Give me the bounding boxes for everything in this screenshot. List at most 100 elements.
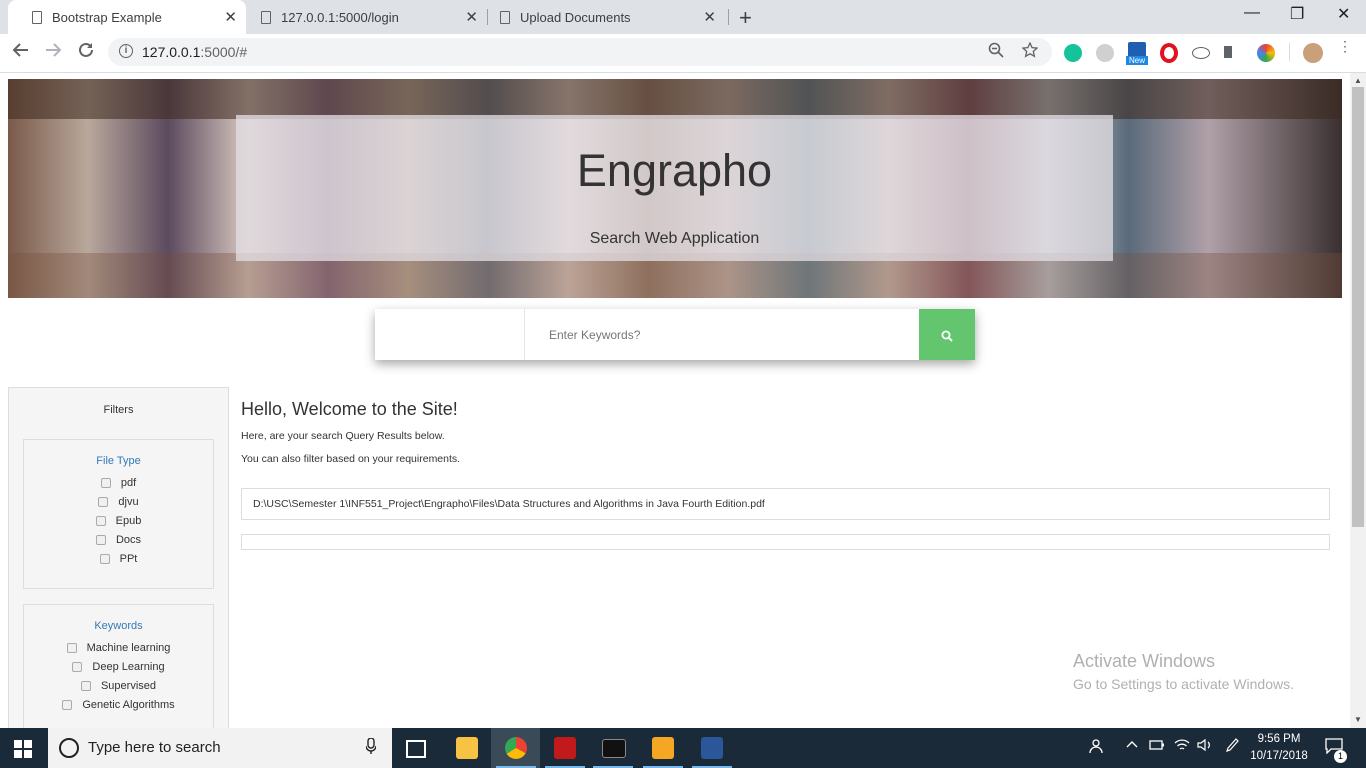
restore-button[interactable]: ❐ [1290, 4, 1304, 24]
filter-option-epub[interactable]: Epub [24, 511, 213, 530]
tab-bootstrap-example[interactable]: Bootstrap Example ✕ [8, 0, 246, 34]
search-category-select[interactable] [375, 309, 525, 360]
checkbox[interactable] [62, 699, 73, 710]
url-host: 127.0.0.1 [142, 44, 201, 60]
filter-option-deep-learning[interactable]: Deep Learning [24, 657, 213, 676]
zoom-icon[interactable] [988, 42, 1004, 63]
back-button[interactable] [12, 41, 30, 65]
clock-time: 9:56 PM [1257, 733, 1301, 745]
file-type-filter-box: File Type pdf djvu Epub Docs PPt [23, 439, 214, 589]
close-tab-icon[interactable]: ✕ [465, 8, 478, 26]
windows-start-icon[interactable] [14, 740, 32, 758]
cortana-icon [59, 738, 79, 758]
tab-login[interactable]: 127.0.0.1:5000/login ✕ [246, 0, 487, 34]
filter-option-label: Docs [115, 533, 142, 546]
page-scrollbar[interactable]: ▲ ▼ [1350, 73, 1366, 728]
checkbox[interactable] [100, 477, 111, 488]
pen-workspace-icon[interactable] [1225, 738, 1239, 757]
close-window-button[interactable]: ✕ [1337, 4, 1350, 24]
file-explorer-icon[interactable] [456, 737, 478, 759]
toolbar-separator [1289, 43, 1290, 61]
chevron-up-icon[interactable] [1126, 738, 1138, 754]
scroll-down-arrow-icon[interactable]: ▼ [1354, 715, 1362, 724]
search-result-item[interactable] [241, 534, 1330, 550]
search-icon [941, 330, 953, 342]
document-icon [261, 10, 271, 24]
search-input[interactable] [525, 309, 919, 360]
activate-windows-title: Activate Windows [1073, 651, 1216, 671]
search-result-item[interactable]: D:\USC\Semester 1\INF551_Project\Engraph… [241, 488, 1330, 520]
tab-separator [728, 9, 729, 25]
site-subtitle: Search Web Application [589, 230, 760, 247]
url-text[interactable]: 127.0.0.1:5000/# [142, 44, 247, 60]
command-prompt-icon[interactable] [602, 739, 626, 758]
acrobat-icon[interactable] [554, 737, 576, 759]
taskbar-clock[interactable]: 9:56 PM 10/17/2018 [1246, 731, 1312, 765]
keywords-heading: Keywords [94, 620, 143, 632]
extension-icon[interactable] [1128, 42, 1146, 57]
document-icon [500, 10, 510, 24]
hero-banner: Engrapho Search Web Application [8, 79, 1342, 298]
close-tab-icon[interactable]: ✕ [224, 8, 237, 26]
grammarly-extension-icon[interactable] [1064, 44, 1082, 62]
filters-title: Filters [103, 404, 134, 416]
site-info-icon[interactable]: i [119, 44, 133, 58]
taskbar-search-box[interactable]: Type here to search [48, 728, 392, 768]
close-tab-icon[interactable]: ✕ [703, 8, 716, 26]
menu-icon[interactable]: ⋮ [1338, 39, 1352, 53]
microphone-icon[interactable] [365, 737, 377, 758]
search-button[interactable] [919, 309, 975, 360]
extension-icon[interactable] [1257, 44, 1275, 62]
address-bar[interactable]: i 127.0.0.1:5000/# [108, 38, 1052, 66]
filter-option-supervised[interactable]: Supervised [24, 676, 213, 695]
filter-option-docs[interactable]: Docs [24, 530, 213, 549]
checkbox[interactable] [99, 553, 110, 564]
battery-icon[interactable] [1149, 738, 1165, 754]
checkbox[interactable] [80, 680, 91, 691]
filter-option-label: Genetic Algorithms [82, 698, 175, 711]
filter-option-label: pdf [120, 476, 137, 489]
tab-label: Upload Documents [520, 9, 631, 25]
tab-label: 127.0.0.1:5000/login [281, 9, 399, 25]
clock-date: 10/17/2018 [1250, 750, 1308, 762]
chrome-icon[interactable] [505, 737, 527, 759]
url-path: :5000/# [200, 44, 248, 60]
scroll-up-arrow-icon[interactable]: ▲ [1354, 76, 1362, 85]
extension-icon[interactable] [1096, 44, 1114, 62]
new-badge: New [1126, 56, 1148, 65]
new-tab-button[interactable]: + [739, 5, 752, 31]
checkbox[interactable] [95, 534, 106, 545]
extension-icon[interactable] [1192, 47, 1210, 59]
tab-upload-documents[interactable]: Upload Documents ✕ [488, 0, 725, 34]
scrollbar-thumb[interactable] [1352, 87, 1364, 527]
opera-extension-icon[interactable] [1160, 43, 1178, 63]
windows-taskbar: Type here to search 9:56 PM 10/17/2018 1 [0, 728, 1366, 768]
profile-avatar[interactable] [1303, 43, 1323, 63]
bookmark-star-icon[interactable] [1021, 41, 1039, 63]
task-view-icon[interactable] [406, 740, 426, 758]
filter-option-label: Epub [115, 514, 142, 527]
checkbox[interactable] [98, 496, 109, 507]
checkbox[interactable] [95, 515, 106, 526]
people-icon[interactable] [1089, 738, 1105, 757]
word-icon[interactable] [701, 737, 723, 759]
sublime-text-icon[interactable] [652, 737, 674, 759]
volume-icon[interactable] [1197, 738, 1213, 755]
filter-option-ppt[interactable]: PPt [24, 549, 213, 568]
megaphone-extension-icon[interactable] [1224, 46, 1240, 58]
filter-option-djvu[interactable]: djvu [24, 492, 213, 511]
filter-option-label: Deep Learning [92, 660, 165, 673]
reload-button[interactable] [77, 41, 95, 65]
forward-button[interactable] [44, 41, 62, 65]
browser-tab-strip: Bootstrap Example ✕ 127.0.0.1:5000/login… [0, 0, 1366, 34]
checkbox[interactable] [66, 642, 77, 653]
filter-option-label: PPt [119, 552, 138, 565]
filter-option-machine-learning[interactable]: Machine learning [24, 638, 213, 657]
filter-option-pdf[interactable]: pdf [24, 473, 213, 492]
checkbox[interactable] [72, 661, 83, 672]
wifi-icon[interactable] [1174, 738, 1190, 755]
notification-count-badge: 1 [1334, 750, 1347, 763]
filter-option-genetic-algorithms[interactable]: Genetic Algorithms [24, 695, 213, 714]
minimize-button[interactable]: — [1244, 4, 1260, 22]
page-viewport: Engrapho Search Web Application Filters … [0, 73, 1350, 728]
